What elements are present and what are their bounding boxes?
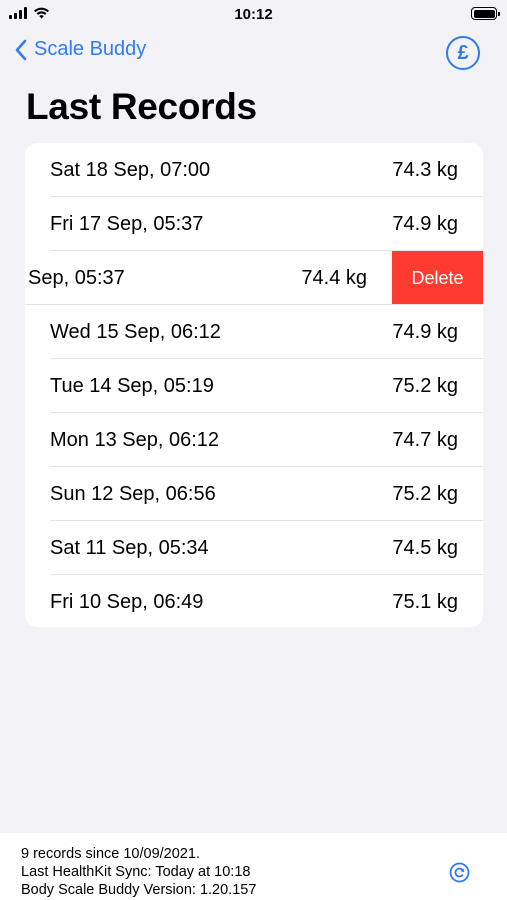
records-list: Sat 18 Sep, 07:00 74.3 kg Fri 17 Sep, 05… [25,143,483,627]
record-weight: 74.9 kg [392,213,458,235]
list-item[interactable]: Sat 18 Sep, 07:00 74.3 kg [25,143,483,197]
record-date: Mon 13 Sep, 06:12 [50,429,220,451]
record-date: Wed 15 Sep, 06:12 [50,321,221,343]
record-weight: 74.3 kg [392,159,458,181]
app-version: Body Scale Buddy Version: 1.20.157 [21,882,257,898]
status-bar: 10:12 [0,0,507,30]
record-date: Fri 17 Sep, 05:37 [50,213,204,235]
status-time: 10:12 [234,6,273,23]
record-date: Tue 14 Sep, 05:19 [50,375,214,397]
footer-info: 9 records since 10/09/2021. Last HealthK… [21,845,256,899]
delete-button[interactable]: Delete [392,251,483,305]
record-weight: 75.1 kg [392,591,458,613]
currency-button[interactable]: £ [446,36,480,70]
page-title: Last Records [26,86,257,127]
record-date: Fri 10 Sep, 06:49 [50,591,204,613]
record-weight: 74.7 kg [392,429,458,451]
chevron-left-icon [15,39,27,60]
list-item[interactable]: Fri 17 Sep, 05:37 74.9 kg [25,197,483,251]
list-item[interactable]: Tue 14 Sep, 05:19 75.2 kg [25,359,483,413]
record-date: Sep, 05:37 [28,267,125,289]
record-weight: 74.5 kg [392,537,458,559]
list-item[interactable]: Wed 15 Sep, 06:12 74.9 kg [25,305,483,359]
record-date: Sat 11 Sep, 05:34 [50,537,209,559]
list-item[interactable]: Sun 12 Sep, 06:56 75.2 kg [25,467,483,521]
record-date: Sat 18 Sep, 07:00 [50,159,211,181]
record-weight: 74.4 kg [301,267,367,289]
record-weight: 74.9 kg [392,321,458,343]
list-item[interactable]: Fri 10 Sep, 06:49 75.1 kg [25,575,483,627]
list-item[interactable]: Mon 13 Sep, 06:12 74.7 kg [25,413,483,467]
back-button[interactable]: Scale Buddy [14,38,146,61]
screen: 10:12 Scale Buddy £ Last Records Sat 18 … [0,0,507,900]
records-summary: 9 records since 10/09/2021. [21,846,200,862]
healthkit-sync-status: Last HealthKit Sync: Today at 10:18 [21,864,251,880]
battery-icon [471,7,500,20]
record-weight: 75.2 kg [392,483,458,505]
back-button-label: Scale Buddy [34,38,147,60]
footer: 9 records since 10/09/2021. Last HealthK… [0,833,507,900]
record-weight: 75.2 kg [392,375,458,397]
list-item-swiped[interactable]: Sep, 05:37 74.4 kg Delete [25,251,483,305]
record-date: Sun 12 Sep, 06:56 [50,483,216,505]
list-item[interactable]: Sat 11 Sep, 05:34 74.5 kg [25,521,483,575]
sync-icon[interactable] [449,862,470,883]
pound-icon: £ [457,41,469,64]
